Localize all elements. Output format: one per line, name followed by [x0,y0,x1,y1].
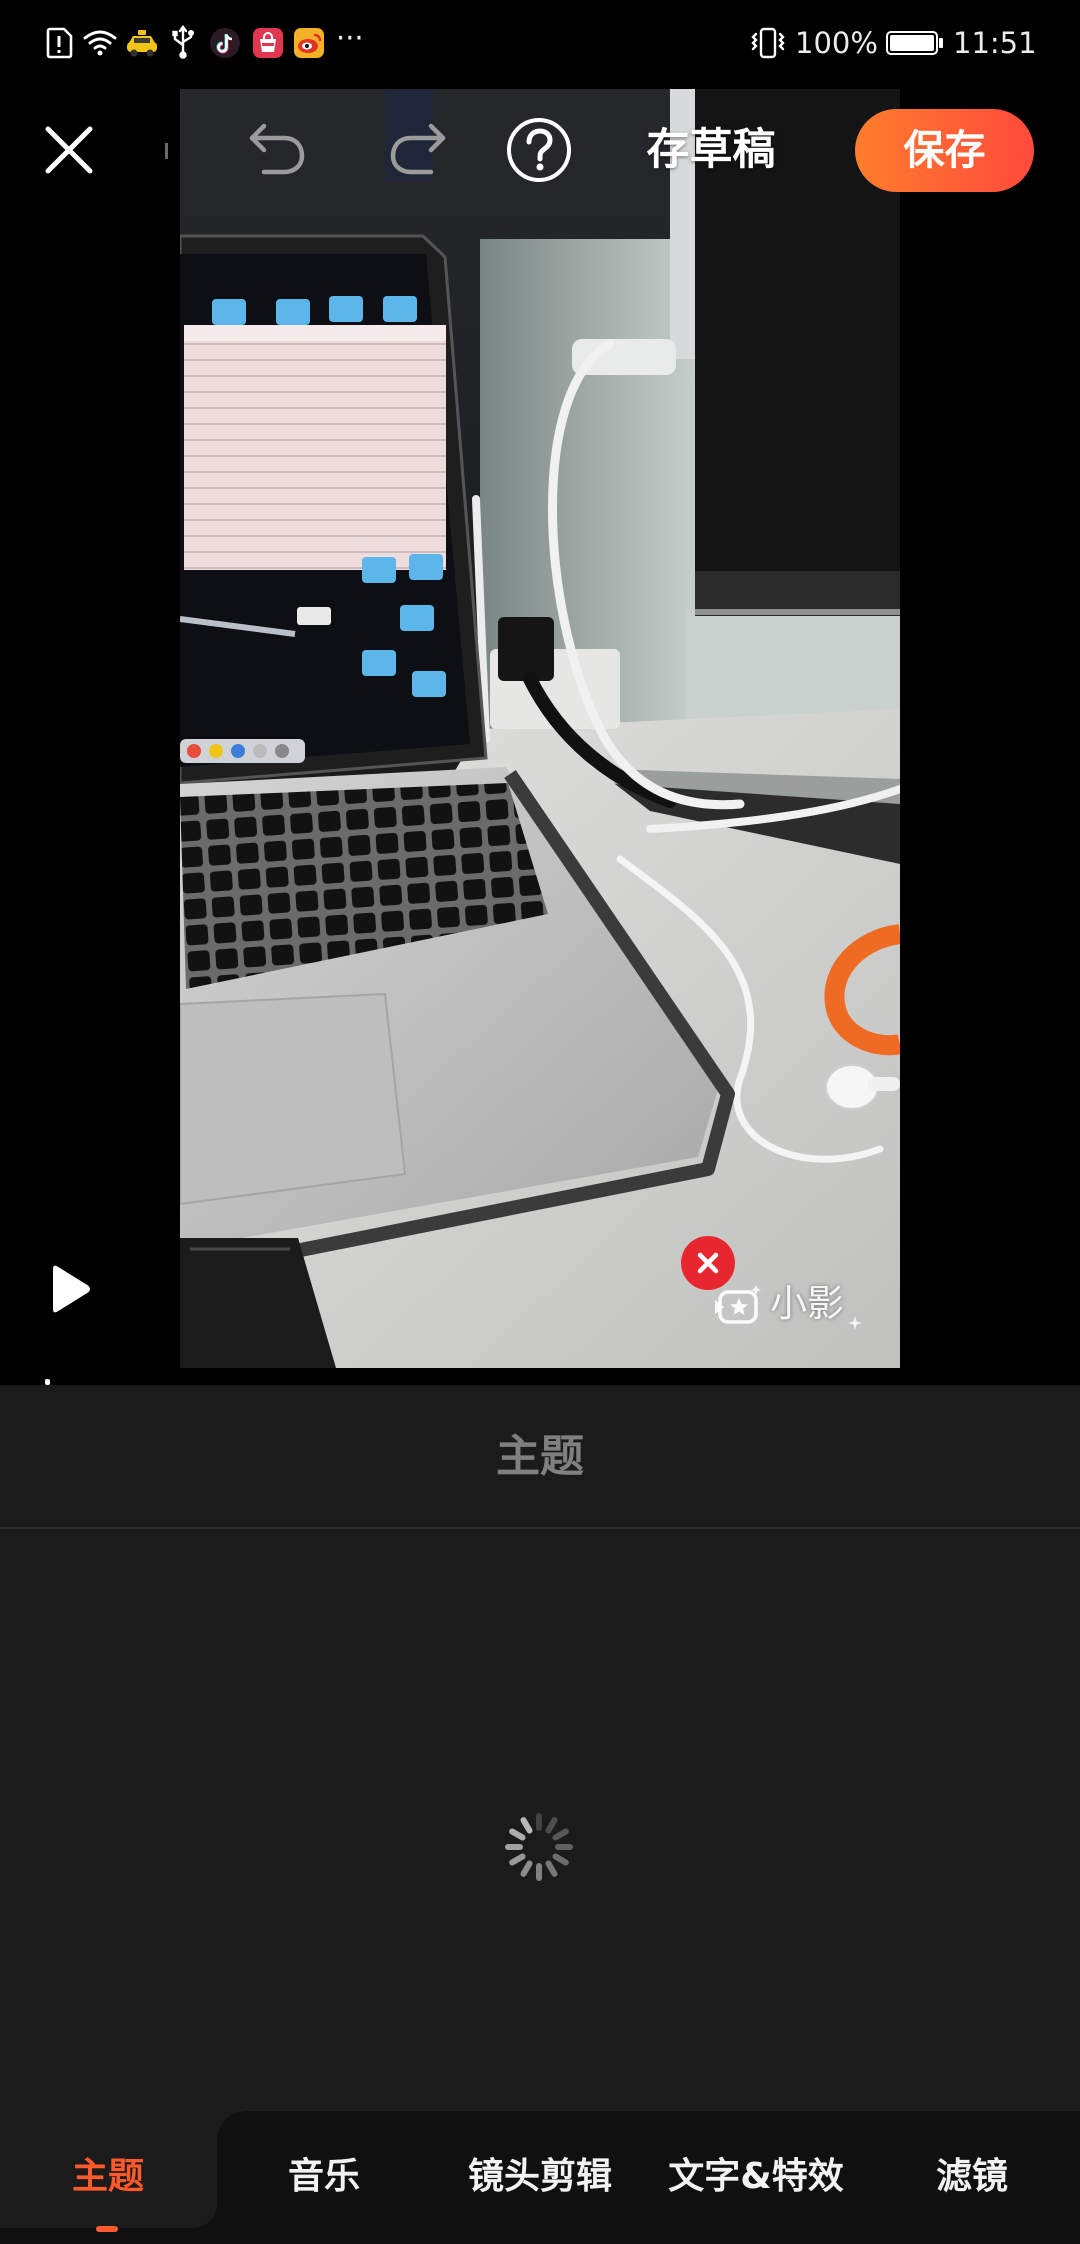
tab-bar-corner [217,2111,245,2139]
shopping-icon [252,27,284,59]
save-draft-button[interactable]: 存草稿 [622,120,800,180]
close-icon [45,126,93,174]
watermark-text: 小影 [770,1282,844,1325]
wifi-icon [82,27,118,57]
trackpad [180,992,407,1206]
spinner-tick [508,1827,527,1842]
partition-lower [685,609,900,719]
redo-button[interactable] [387,118,451,180]
help-icon [507,118,571,182]
spinner-tick [536,1863,542,1881]
spinner-tick [536,1813,542,1831]
undo-icon [249,123,305,175]
play-button[interactable] [45,1262,93,1316]
video-preview [180,89,900,1368]
tab-music[interactable]: 音乐 [216,2145,432,2209]
toolbar-divider [165,143,168,159]
save-button[interactable]: 保存 [855,109,1034,192]
spinner-tick [555,1844,573,1850]
close-button[interactable] [43,124,95,176]
redo-icon [390,123,446,175]
battery-percentage: 100% [795,26,878,60]
spinner-tick [508,1852,527,1867]
battery-icon [886,30,944,56]
status-bar: ··· 100% 11:51 [0,0,1080,86]
spinner-icon [505,1813,573,1881]
active-tab-indicator [96,2226,118,2232]
panel-divider [0,1527,1080,1529]
tiktok-icon [209,27,241,59]
close-icon [697,1252,719,1274]
screen-window [184,325,446,570]
weibo-icon [293,27,325,59]
spinner-tick [551,1852,570,1867]
remove-watermark-button[interactable] [681,1236,735,1290]
tab-filters[interactable]: 滤镜 [864,2145,1080,2209]
spinner-tick [551,1827,570,1842]
tab-theme[interactable]: 主题 [0,2145,216,2209]
spinner-tick [544,1859,559,1878]
spinner-tick [519,1816,534,1835]
tab-text-effects[interactable]: 文字&特效 [648,2145,864,2209]
xiaoying-logo-icon [712,1283,764,1329]
usb-icon [171,25,195,59]
sparkle-icon [848,1316,862,1330]
panel-title: 主题 [496,1431,584,1482]
spinner-tick [519,1859,534,1878]
spinner-tick [544,1816,559,1835]
clock: 11:51 [953,26,1037,60]
help-button[interactable] [505,116,573,184]
alert-icon [45,27,73,59]
taxi-icon [125,28,159,58]
vibrate-icon [750,26,786,60]
play-icon [53,1265,90,1313]
tab-clip-edit[interactable]: 镜头剪辑 [432,2145,648,2209]
undo-button[interactable] [244,118,308,180]
dock [180,739,305,763]
spinner-tick [505,1844,523,1850]
laptop-lid [180,234,488,785]
more-notifications-indicator: ··· [336,21,364,55]
